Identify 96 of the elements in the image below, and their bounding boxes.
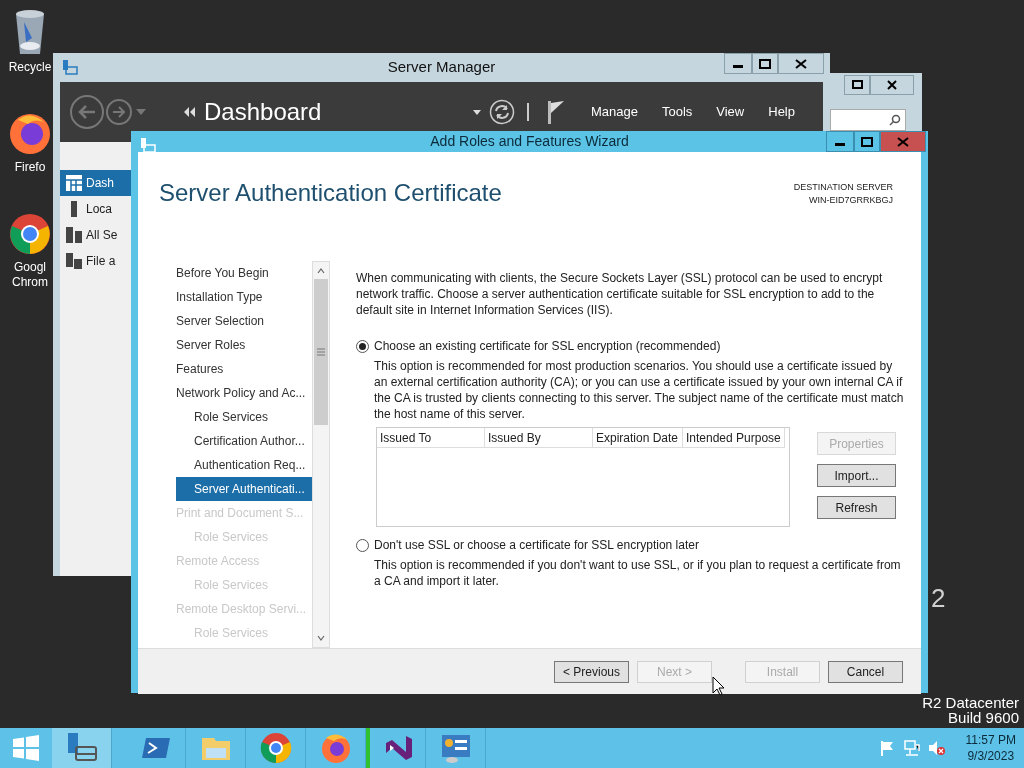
maximize-icon (849, 78, 865, 92)
footer-button[interactable]: Cancel (828, 661, 903, 683)
close-icon (895, 134, 911, 149)
chrome-icon (259, 732, 292, 764)
scrollbar[interactable] (312, 261, 330, 648)
intro-paragraph: When communicating with clients, the Secure Sockets Layer (SSL) protocol can be used to encrypt network traffic. Choose a server authentication certificate suitable for SSL encryption to add to the default site in Internet Information Services (IIS). (356, 270, 884, 318)
radio-button[interactable] (356, 339, 369, 353)
watermark-text: Build 9600 (948, 709, 1019, 727)
column-header[interactable]: Issued To (377, 428, 485, 448)
wizard-step[interactable]: Server Authenticati... (176, 477, 312, 501)
close-icon (793, 56, 809, 71)
dropdown-caret-icon (472, 109, 481, 115)
wizard-step[interactable]: Features (176, 357, 312, 381)
side-button[interactable]: Import... (817, 464, 896, 487)
clock-date[interactable]: 9/3/2023 (967, 748, 1015, 764)
page-title: Dashboard (204, 97, 322, 127)
radio-label[interactable]: Choose an existing certificate for SSL encryption (recommended) (374, 338, 721, 354)
maximize-icon (859, 134, 875, 149)
watermark-text: R2 Datacenter (922, 694, 1019, 712)
maximize-button[interactable] (854, 131, 880, 152)
speaker-muted-icon (927, 740, 946, 756)
minimize-button[interactable] (826, 131, 854, 152)
close-icon (884, 78, 900, 92)
servers-icon (66, 227, 82, 243)
side-button[interactable]: Refresh (817, 496, 896, 519)
forward-button[interactable] (106, 99, 132, 125)
maximize-icon (757, 56, 773, 71)
desktop-icon-label[interactable]: Firefo (3, 160, 57, 175)
close-button[interactable] (880, 131, 926, 152)
scroll-up-icon (316, 266, 326, 276)
taskbar-button[interactable] (366, 728, 426, 768)
minimize-button[interactable] (724, 53, 752, 74)
wizard-step[interactable]: Network Policy and Ac... (176, 381, 312, 405)
menu-item[interactable]: View (716, 102, 745, 122)
refresh-icon (488, 99, 515, 125)
server-manager-icon (62, 59, 78, 75)
destination-label: DESTINATION SERVER (793, 181, 893, 194)
wizard-step[interactable]: Before You Begin (176, 261, 312, 285)
flag-icon (879, 740, 896, 756)
column-header[interactable]: Intended Purpose (683, 428, 785, 448)
back-arrow-icon (77, 104, 97, 120)
forward-arrow-icon (112, 106, 126, 118)
menu-item[interactable]: Manage (590, 102, 638, 122)
wizard-step[interactable]: Server Selection (176, 309, 312, 333)
search-icon (889, 114, 901, 126)
search-field[interactable] (830, 109, 906, 131)
maximize-button[interactable] (844, 75, 870, 95)
footer-button[interactable]: < Previous (554, 661, 629, 683)
page-heading: Server Authentication Certificate (159, 178, 502, 208)
control-panel-icon (439, 732, 472, 764)
scroll-down-icon (316, 633, 326, 643)
minimize-icon (835, 143, 845, 146)
radio-button[interactable] (356, 538, 369, 552)
dashboard-icon (66, 175, 82, 191)
sidebar-item[interactable]: File a (60, 248, 131, 274)
window-title: Add Roles and Features Wizard (430, 132, 629, 151)
wizard-step[interactable]: Server Roles (176, 333, 312, 357)
destination-server: WIN-EID7GRRKBGJ (809, 194, 893, 207)
desktop-icon-label[interactable]: Googl Chrom (3, 260, 57, 290)
wizard-step[interactable]: Installation Type (176, 285, 312, 309)
grip-icon (317, 348, 325, 356)
flag-icon (546, 100, 565, 124)
menu-item[interactable]: Help (768, 102, 795, 122)
scrollbar-thumb[interactable] (314, 279, 328, 425)
sidebar-item[interactable]: All Se (60, 222, 131, 248)
watermark-text: 2 (931, 584, 946, 612)
file-server-icon (66, 253, 82, 269)
desktop-icon-label[interactable]: Recycle (3, 60, 57, 75)
sidebar-item[interactable]: Dash (60, 170, 131, 196)
double-chevron-icon (184, 107, 196, 117)
wizard-step[interactable]: Authentication Req... (176, 453, 312, 477)
maximize-button[interactable] (752, 53, 778, 74)
dropdown-caret-icon (136, 109, 146, 115)
windows-logo-icon (13, 735, 39, 761)
close-button[interactable] (870, 75, 914, 95)
wizard-step[interactable]: Certification Author... (176, 429, 312, 453)
option-description: This option is recommended for most production scenarios. You should use a certificate issued by an external certification authority (CA); or you can use a certificate issued by your own internal CA if the CA is trusted by clients connecting to this server. The subject name of the certificate must match the host name of this server. (374, 358, 905, 422)
firefox-icon (8, 112, 52, 156)
option-description: This option is recommended if you don't want to use SSL, or if you plan to request a certificate from a CA and import it later. (374, 557, 902, 589)
server-manager-icon (65, 732, 98, 764)
close-button[interactable] (778, 53, 824, 74)
sidebar-item[interactable]: Loca (60, 196, 131, 222)
wizard-step[interactable]: Role Services (176, 405, 312, 429)
chrome-icon (8, 212, 52, 256)
firefox-icon (319, 732, 352, 764)
column-header[interactable]: Expiration Date (593, 428, 683, 448)
column-header[interactable]: Issued By (485, 428, 593, 448)
minimize-icon (733, 65, 743, 68)
window-title: Server Manager (387, 57, 496, 78)
network-icon (903, 740, 920, 756)
menu-item[interactable]: Tools (661, 102, 693, 122)
mouse-cursor-icon (712, 676, 725, 696)
back-button[interactable] (70, 95, 104, 129)
radio-label[interactable]: Don't use SSL or choose a certificate for SSL encryption later (374, 537, 699, 553)
taskbar-button[interactable] (52, 728, 112, 768)
clock-time[interactable]: 11:57 PM (965, 732, 1016, 748)
